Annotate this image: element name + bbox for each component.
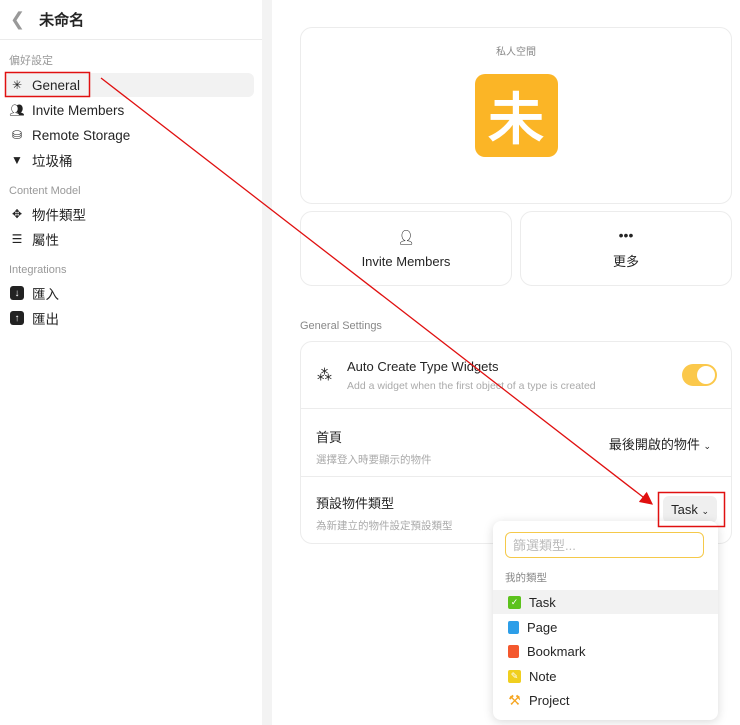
sidebar-item-remote-storage[interactable]: ⛁ Remote Storage [5,123,254,147]
default-type-select[interactable]: Task ⌄ [663,496,717,523]
sidebar: ❮ 未命名 偏好設定 ✳ General 👥︎ Invite Members ⛁ Re… [0,0,262,725]
option-label: Bookmark [527,643,586,659]
item-label: 匯入 [32,287,59,302]
settings-card: ⁂ Auto Create Type Widgets Add a widget … [300,341,732,544]
option-label: Page [527,619,558,635]
option-project[interactable]: ⚒ Project [493,688,718,712]
hammer-icon: ⚒ [508,691,521,708]
sidebar-item-import[interactable]: ↓ 匯入 [5,281,254,305]
settings-section-label: General Settings [300,320,382,332]
item-label: Invite Members [32,102,125,118]
space-label: 私人空間 [496,47,536,58]
setting-subtitle: 選擇登入時要顯示的物件 [316,454,432,466]
section-label: Content Model [9,185,81,197]
sidebar-item-object-types[interactable]: ✥ 物件類型 [5,202,254,226]
trash-icon: ▼ [11,153,23,167]
space-card: 私人空間 未 [300,27,732,204]
option-label: Task [529,594,556,610]
item-label: Remote Storage [32,127,131,143]
sidebar-header: ❮ 未命名 [0,0,262,40]
users-icon: 👥︎ [9,103,25,117]
space-title: 未命名 [39,12,85,29]
import-icon: ↓ [10,286,24,300]
sidebar-item-general[interactable]: ✳ General [5,73,254,97]
homepage-select[interactable]: 最後開啟的物件 ⌄ [609,434,711,453]
select-value: Task [671,502,698,517]
action-label: 更多 [612,254,639,269]
database-icon: ⛁ [11,128,23,142]
note-icon: ✎ [508,669,521,683]
item-label: 垃圾桶 [32,154,73,169]
more-button[interactable]: ••• 更多 [520,211,732,286]
option-task[interactable]: ✓ Task [493,590,718,614]
item-label: 匯出 [32,312,59,327]
export-icon: ↑ [10,311,24,325]
list-icon: ☰ [11,232,23,246]
sidebar-item-export[interactable]: ↑ 匯出 [5,306,254,330]
auto-create-row: ⁂ Auto Create Type Widgets Add a widget … [301,342,731,409]
item-label: 物件類型 [32,208,86,223]
user-gear-icon: 👤︎ [397,228,415,245]
option-label: Note [529,668,557,684]
bookmark-icon [508,644,519,658]
wand-icon: ⁂ [317,367,332,384]
item-label: 屬性 [32,233,59,248]
option-note[interactable]: ✎ Note [493,664,718,688]
chevron-down-icon: ⌄ [701,506,709,516]
ellipsis-icon: ••• [618,227,634,243]
select-value: 最後開啟的物件 [608,437,700,452]
invite-members-button[interactable]: 👤︎ Invite Members [300,211,512,286]
space-avatar[interactable]: 未 [474,74,558,157]
action-label: Invite Members [361,253,451,269]
setting-subtitle: Add a widget when the first object of a … [347,380,596,392]
section-label: Integrations [9,264,67,276]
chevron-left-icon[interactable]: ❮ [10,9,25,30]
dropdown-header: 我的類型 [505,572,547,584]
chevron-down-icon: ⌄ [703,441,711,451]
option-label: Project [529,692,570,708]
checkbox-icon: ✓ [508,595,521,609]
divider [262,0,272,725]
auto-create-toggle[interactable] [682,364,717,386]
section-label: 偏好設定 [9,55,53,67]
page-icon [508,620,519,634]
option-bookmark[interactable]: Bookmark [493,639,718,663]
sparkle-icon: ✳ [11,78,23,92]
sidebar-item-properties[interactable]: ☰ 屬性 [5,227,254,251]
filter-types-input[interactable] [505,532,704,558]
sidebar-item-invite-members[interactable]: 👥︎ Invite Members [5,98,254,122]
option-page[interactable]: Page [493,615,718,639]
sidebar-item-trash[interactable]: ▼ 垃圾桶 [5,148,254,172]
type-dropdown: 我的類型 ✓ Task Page Bookmark ✎ Note ⚒ Project [493,521,718,720]
homepage-row: 首頁 選擇登入時要顯示的物件 最後開啟的物件 ⌄ [301,409,731,477]
puzzle-icon: ✥ [11,207,23,221]
setting-title: Auto Create Type Widgets [347,359,499,374]
item-label: General [32,77,81,93]
